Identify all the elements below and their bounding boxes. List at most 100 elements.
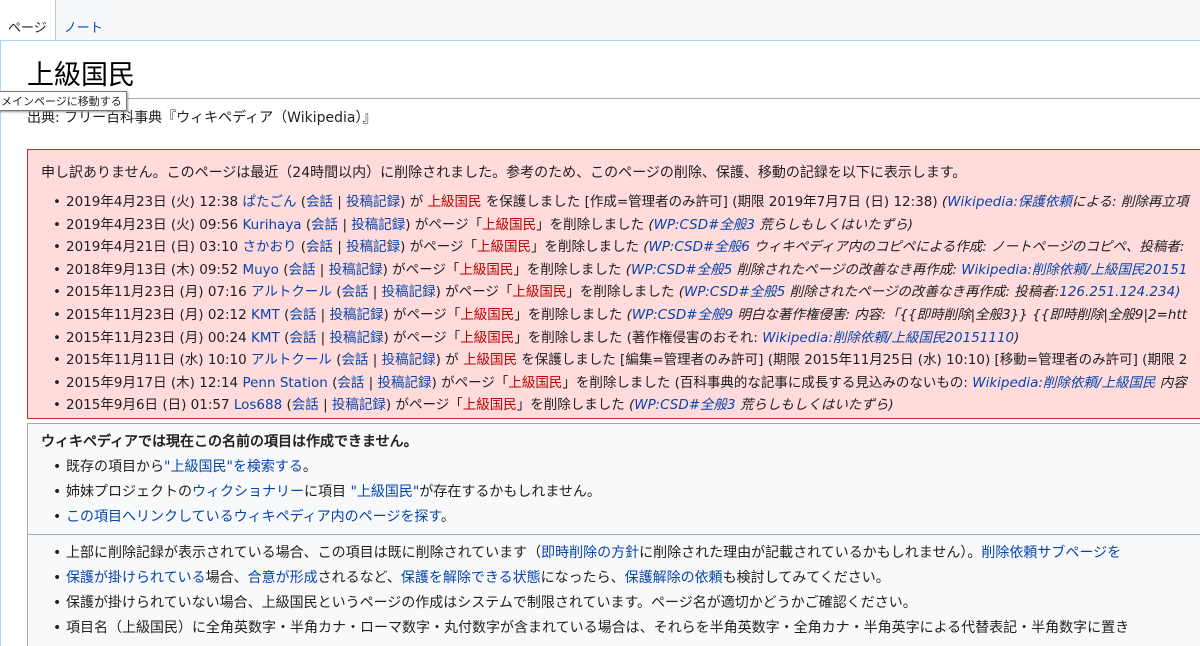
log-comment: Wikipedia:削除依頼/上級国民 内容	[972, 375, 1187, 391]
contribs-link[interactable]: 投稿記録	[329, 262, 383, 278]
user-link[interactable]: Los688	[234, 397, 282, 413]
log-comment: (WP:CSD#全般9 明白な著作権侵害: 内容:「{{即時削除|全般3}} {…	[626, 306, 1188, 323]
target-link[interactable]: 上級国民	[482, 217, 536, 233]
comment-link[interactable]: WP:CSD#全般3	[634, 397, 735, 413]
log-text: が	[409, 194, 424, 210]
protected-link[interactable]: 保護が掛けられている	[66, 570, 206, 586]
contribs-link[interactable]: 投稿記録	[382, 284, 436, 300]
unprotect-request-link[interactable]: 保護解除の依頼	[625, 570, 723, 586]
contribs-link[interactable]: 投稿記録	[329, 330, 383, 346]
target-link[interactable]: 上級国民	[463, 397, 517, 413]
tooltip: メインページに移動する	[0, 91, 127, 111]
notice-text: 。	[440, 509, 455, 525]
log-action: 」を削除しました	[566, 284, 675, 301]
comment-text: による: 削除再立項	[1071, 194, 1189, 210]
log-entry-2: 2019年4月21日 (日) 03:10 さかおり (会話 | 投稿記録) がペ…	[52, 236, 1188, 259]
comment-text: ウィキペディア内のコピペによる作成: ノートページのコピペ、投稿者:	[754, 239, 1185, 256]
comment-link-2[interactable]: Wikipedia:削除依頼/上級国民20151	[961, 262, 1187, 278]
log-timestamp: 2015年9月17日 (木) 12:14	[66, 374, 239, 391]
tab-page[interactable]: ページ	[0, 0, 55, 41]
log-comment: Wikipedia:削除依頼/上級国民20151110)	[762, 330, 1019, 346]
log-timestamp: 2019年4月21日 (日) 03:10	[66, 239, 239, 256]
content-area: 上級国民 出典: フリー百科事典『ウィキペディア（Wikipedia）』 申し訳…	[0, 40, 1200, 646]
contribs-link[interactable]: 投稿記録	[378, 375, 432, 391]
tab-talk[interactable]: ノート	[54, 0, 111, 41]
talk-link[interactable]: 会話	[311, 217, 338, 233]
wiktionary-entry-link[interactable]: "上級国民"	[350, 484, 419, 500]
user-link[interactable]: アルトクール	[251, 284, 332, 300]
log-action: 」を削除しました	[514, 306, 623, 323]
contribs-link[interactable]: 投稿記録	[329, 307, 383, 323]
talk-link[interactable]: 会話	[337, 375, 364, 391]
contribs-link[interactable]: 投稿記録	[346, 194, 400, 210]
target-link[interactable]: 上級国民	[508, 375, 562, 391]
log-entry-0: 2019年4月23日 (火) 12:38 ぱたごん (会話 | 投稿記録) が …	[52, 191, 1188, 214]
log-action: 」を削除しました (百科事典的な記事に成長する見込みのないもの:	[562, 374, 968, 391]
unprotect-state-link[interactable]: 保護を解除できる状態	[401, 570, 541, 586]
log-entry-8: 2015年9月17日 (木) 12:14 Penn Station (会話 | …	[52, 372, 1188, 395]
whatlinkshere-link[interactable]: この項目へリンクしているウィキペディア内のページを探す	[66, 509, 441, 525]
consensus-link[interactable]: 合意が形成	[248, 570, 318, 586]
log-text: がページ「	[395, 397, 463, 414]
comment-link-2[interactable]: 126.251.124.234)	[1059, 284, 1180, 300]
deletion-subpage-link[interactable]: 削除依頼サブページを	[981, 545, 1121, 561]
talk-link[interactable]: 会話	[341, 284, 368, 300]
target-link[interactable]: 上級国民	[428, 194, 482, 210]
info-item-protected: 保護が掛けられている場合、合意が形成されるなど、保護を解除できる状態になったら、…	[52, 566, 1129, 591]
comment-link[interactable]: WP:CSD#全般5	[684, 284, 785, 300]
comment-link[interactable]: Wikipedia:削除依頼/上級国民20151110	[762, 330, 1014, 346]
wiktionary-link[interactable]: ウィクショナリー	[192, 484, 304, 500]
log-timestamp: 2015年11月23日 (月) 07:16	[66, 284, 247, 301]
user-link[interactable]: Penn Station	[242, 375, 327, 391]
log-comment: (WP:CSD#全般6 ウィキペディア内のコピペによる作成: ノートページのコピ…	[643, 239, 1185, 256]
log-text: がページ「	[393, 329, 461, 346]
speedy-policy-link[interactable]: 即時削除の方針	[541, 545, 639, 561]
talk-link[interactable]: 会話	[306, 239, 333, 255]
contribs-link[interactable]: 投稿記録	[351, 217, 405, 233]
info-item-deleted: 上部に削除記録が表示されている場合、この項目は既に削除されています（即時削除の方…	[52, 541, 1129, 566]
deletion-log-box: 申し訳ありません。このページは最近（24時間以内）に削除されました。参考のため、…	[27, 149, 1200, 419]
log-timestamp: 2019年4月23日 (火) 09:56	[66, 216, 239, 233]
info-text: に削除された理由が記載されているかもしれません）。	[639, 545, 982, 561]
talk-link[interactable]: 会話	[341, 352, 368, 368]
user-link[interactable]: KMT	[251, 330, 280, 346]
comment-link[interactable]: Wikipedia:保護依頼	[947, 194, 1072, 210]
notice-text: に項目	[304, 484, 351, 500]
log-text: がページ「	[441, 374, 509, 391]
talk-link[interactable]: 会話	[289, 330, 316, 346]
comment-link[interactable]: WP:CSD#全般9	[632, 307, 733, 323]
search-link[interactable]: "上級国民"を検索する	[164, 459, 303, 475]
comment-link[interactable]: WP:CSD#全般3	[654, 217, 755, 233]
notice-text: 姉妹プロジェクトの	[66, 484, 192, 500]
target-link[interactable]: 上級国民	[477, 239, 531, 255]
log-comment: (WP:CSD#全般3 荒らしもしくはいたずら)	[648, 216, 914, 233]
contribs-link[interactable]: 投稿記録	[382, 352, 436, 368]
talk-link[interactable]: 会話	[306, 194, 333, 210]
target-link[interactable]: 上級国民	[463, 352, 517, 368]
target-link[interactable]: 上級国民	[512, 284, 566, 300]
contribs-link[interactable]: 投稿記録	[332, 397, 386, 413]
log-comment: (WP:CSD#全般3 荒らしもしくはいたずら)	[629, 397, 894, 414]
log-entry-5: 2015年11月23日 (月) 02:12 KMT (会話 | 投稿記録) がペ…	[52, 304, 1188, 327]
talk-link[interactable]: 会話	[292, 397, 319, 413]
target-link[interactable]: 上級国民	[459, 262, 513, 278]
deletion-info-list: 上部に削除記録が表示されている場合、この項目は既に削除されています（即時削除の方…	[52, 541, 1129, 641]
user-link[interactable]: ぱたごん	[242, 194, 296, 210]
user-link[interactable]: アルトクール	[251, 352, 332, 368]
user-link[interactable]: Kurihaya	[242, 217, 301, 233]
log-action: 」を削除しました	[536, 216, 645, 233]
deletion-log-list: 2019年4月23日 (火) 12:38 ぱたごん (会話 | 投稿記録) が …	[52, 191, 1188, 417]
talk-link[interactable]: 会話	[288, 262, 315, 278]
talk-link[interactable]: 会話	[289, 307, 316, 323]
target-link[interactable]: 上級国民	[460, 330, 514, 346]
comment-link[interactable]: WP:CSD#全般5	[631, 262, 732, 278]
user-link[interactable]: Muyo	[242, 262, 278, 278]
info-text: になったら、	[540, 570, 625, 586]
user-link[interactable]: さかおり	[242, 239, 296, 255]
comment-link[interactable]: Wikipedia:削除依頼/上級国民	[972, 375, 1155, 391]
target-link[interactable]: 上級国民	[460, 307, 514, 323]
comment-link[interactable]: WP:CSD#全般6	[649, 239, 750, 255]
info-text: 場合、	[205, 570, 248, 586]
user-link[interactable]: KMT	[251, 307, 280, 323]
contribs-link[interactable]: 投稿記録	[346, 239, 400, 255]
